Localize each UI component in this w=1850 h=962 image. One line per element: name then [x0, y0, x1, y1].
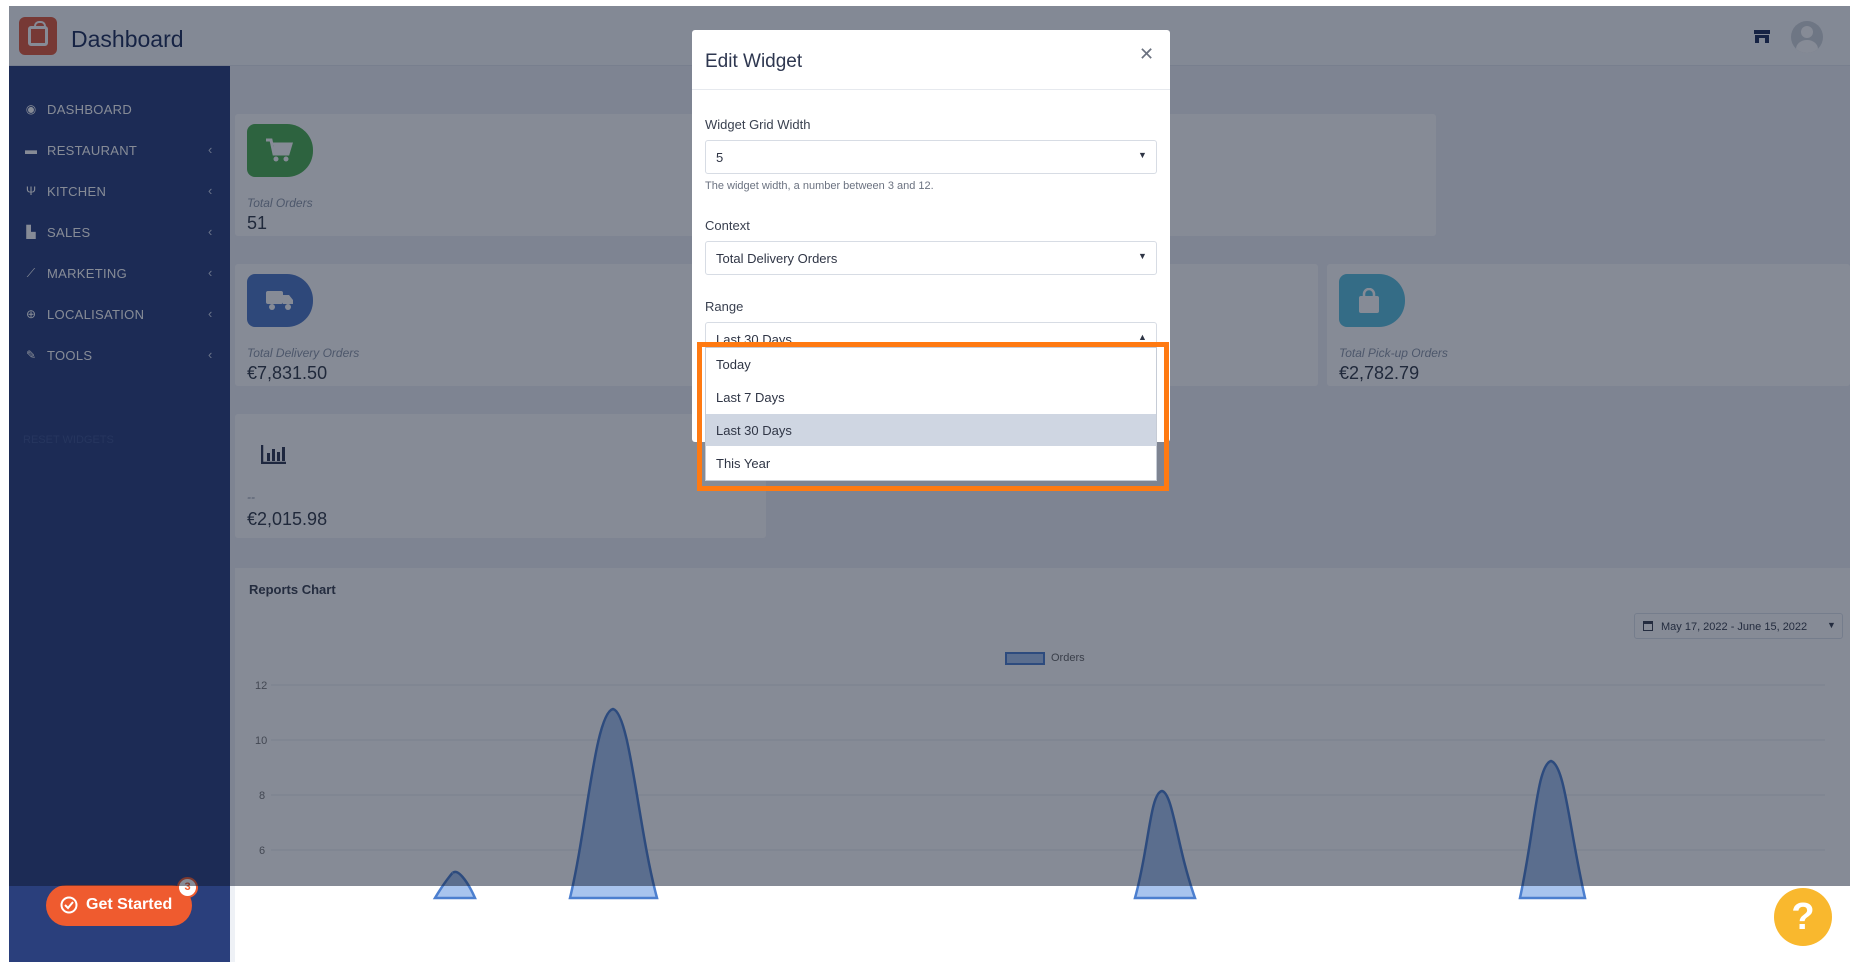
widget-width-select[interactable]: 5 ▼ [705, 140, 1157, 174]
modal-title: Edit Widget [705, 51, 803, 72]
highlight-box [697, 342, 1169, 491]
check-circle-icon [60, 896, 78, 914]
get-started-label: Get Started [86, 896, 173, 913]
range-label: Range [705, 299, 744, 314]
widget-width-help: The widget width, a number between 3 and… [705, 180, 934, 192]
select-value: 5 [716, 150, 724, 165]
help-button[interactable]: ? [1774, 888, 1832, 946]
select-value: Total Delivery Orders [716, 251, 838, 266]
modal-header: Edit Widget ✕ [692, 30, 1170, 90]
widget-width-label: Widget Grid Width [705, 117, 811, 132]
caret-down-icon: ▼ [1138, 150, 1147, 160]
context-select[interactable]: Total Delivery Orders ▼ [705, 241, 1157, 275]
caret-down-icon: ▼ [1138, 251, 1147, 261]
close-icon[interactable]: ✕ [1139, 44, 1154, 65]
caret-up-icon: ▲ [1138, 332, 1147, 342]
get-started-button[interactable]: Get Started [46, 885, 192, 926]
context-label: Context [705, 218, 750, 233]
app-window: Dashboard ◉ DASHBOARD ▬ RESTAURANT ‹ Ψ K… [9, 6, 1850, 962]
